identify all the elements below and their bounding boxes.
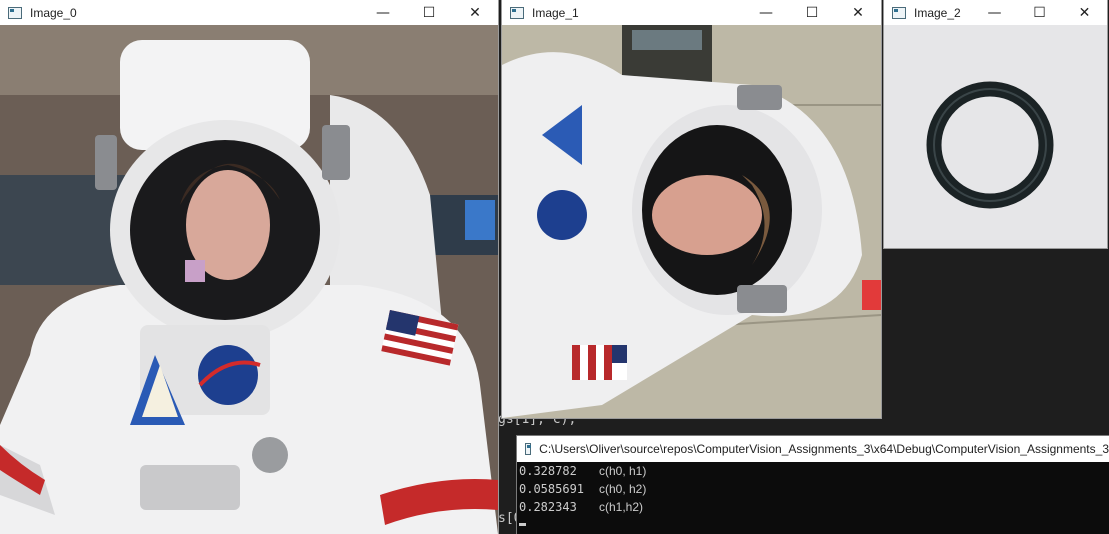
close-button[interactable]: ✕ (452, 0, 498, 25)
image1-window[interactable]: Image_1 — ☐ ✕ (502, 0, 881, 418)
rotated-astronaut-photo (502, 25, 881, 418)
close-button[interactable]: ✕ (835, 0, 881, 25)
console-value: 0.328782 (519, 464, 577, 478)
app-icon (510, 6, 524, 19)
window-title: Image_0 (30, 5, 77, 20)
maximize-button[interactable]: ☐ (789, 0, 835, 25)
console-label: c(h0, h1) (599, 464, 647, 478)
image2-window[interactable]: Image_2 — ☐ ✕ (884, 0, 1107, 248)
close-button[interactable]: ✕ (1062, 0, 1107, 25)
console-window[interactable]: C:\Users\Oliver\source\repos\ComputerVis… (517, 436, 1109, 534)
image0-window[interactable]: Image_0 — ☐ ✕ (0, 0, 498, 534)
console-cursor (519, 523, 526, 526)
console-value: 0.282343 (519, 500, 577, 514)
maximize-button[interactable]: ☐ (1017, 0, 1062, 25)
app-icon (892, 6, 906, 19)
console-output[interactable]: 0.328782 c(h0, h1) 0.0585691 c(h0, h2) 0… (517, 462, 1109, 534)
image0-titlebar[interactable]: Image_0 — ☐ ✕ (0, 0, 498, 25)
console-label: c(h0, h2) (599, 482, 647, 496)
image1-titlebar[interactable]: Image_1 — ☐ ✕ (502, 0, 881, 25)
console-label: c(h1,h2) (599, 500, 644, 514)
console-titlebar[interactable]: C:\Users\Oliver\source\repos\ComputerVis… (517, 436, 1109, 462)
window-title: Image_2 (914, 5, 961, 20)
astronaut-photo (0, 25, 498, 534)
minimize-button[interactable]: — (972, 0, 1017, 25)
console-value: 0.0585691 (519, 482, 585, 496)
console-icon (525, 443, 532, 455)
maximize-button[interactable]: ☐ (406, 0, 452, 25)
minimize-button[interactable]: — (360, 0, 406, 25)
console-title: C:\Users\Oliver\source\repos\ComputerVis… (539, 442, 1109, 456)
image-canvas (0, 25, 498, 534)
image-canvas (502, 25, 881, 418)
image-canvas (884, 25, 1107, 248)
app-icon (8, 6, 22, 19)
window-title: Image_1 (532, 5, 579, 20)
image2-titlebar[interactable]: Image_2 — ☐ ✕ (884, 0, 1107, 25)
minimize-button[interactable]: — (743, 0, 789, 25)
ring-photo (884, 25, 1107, 248)
